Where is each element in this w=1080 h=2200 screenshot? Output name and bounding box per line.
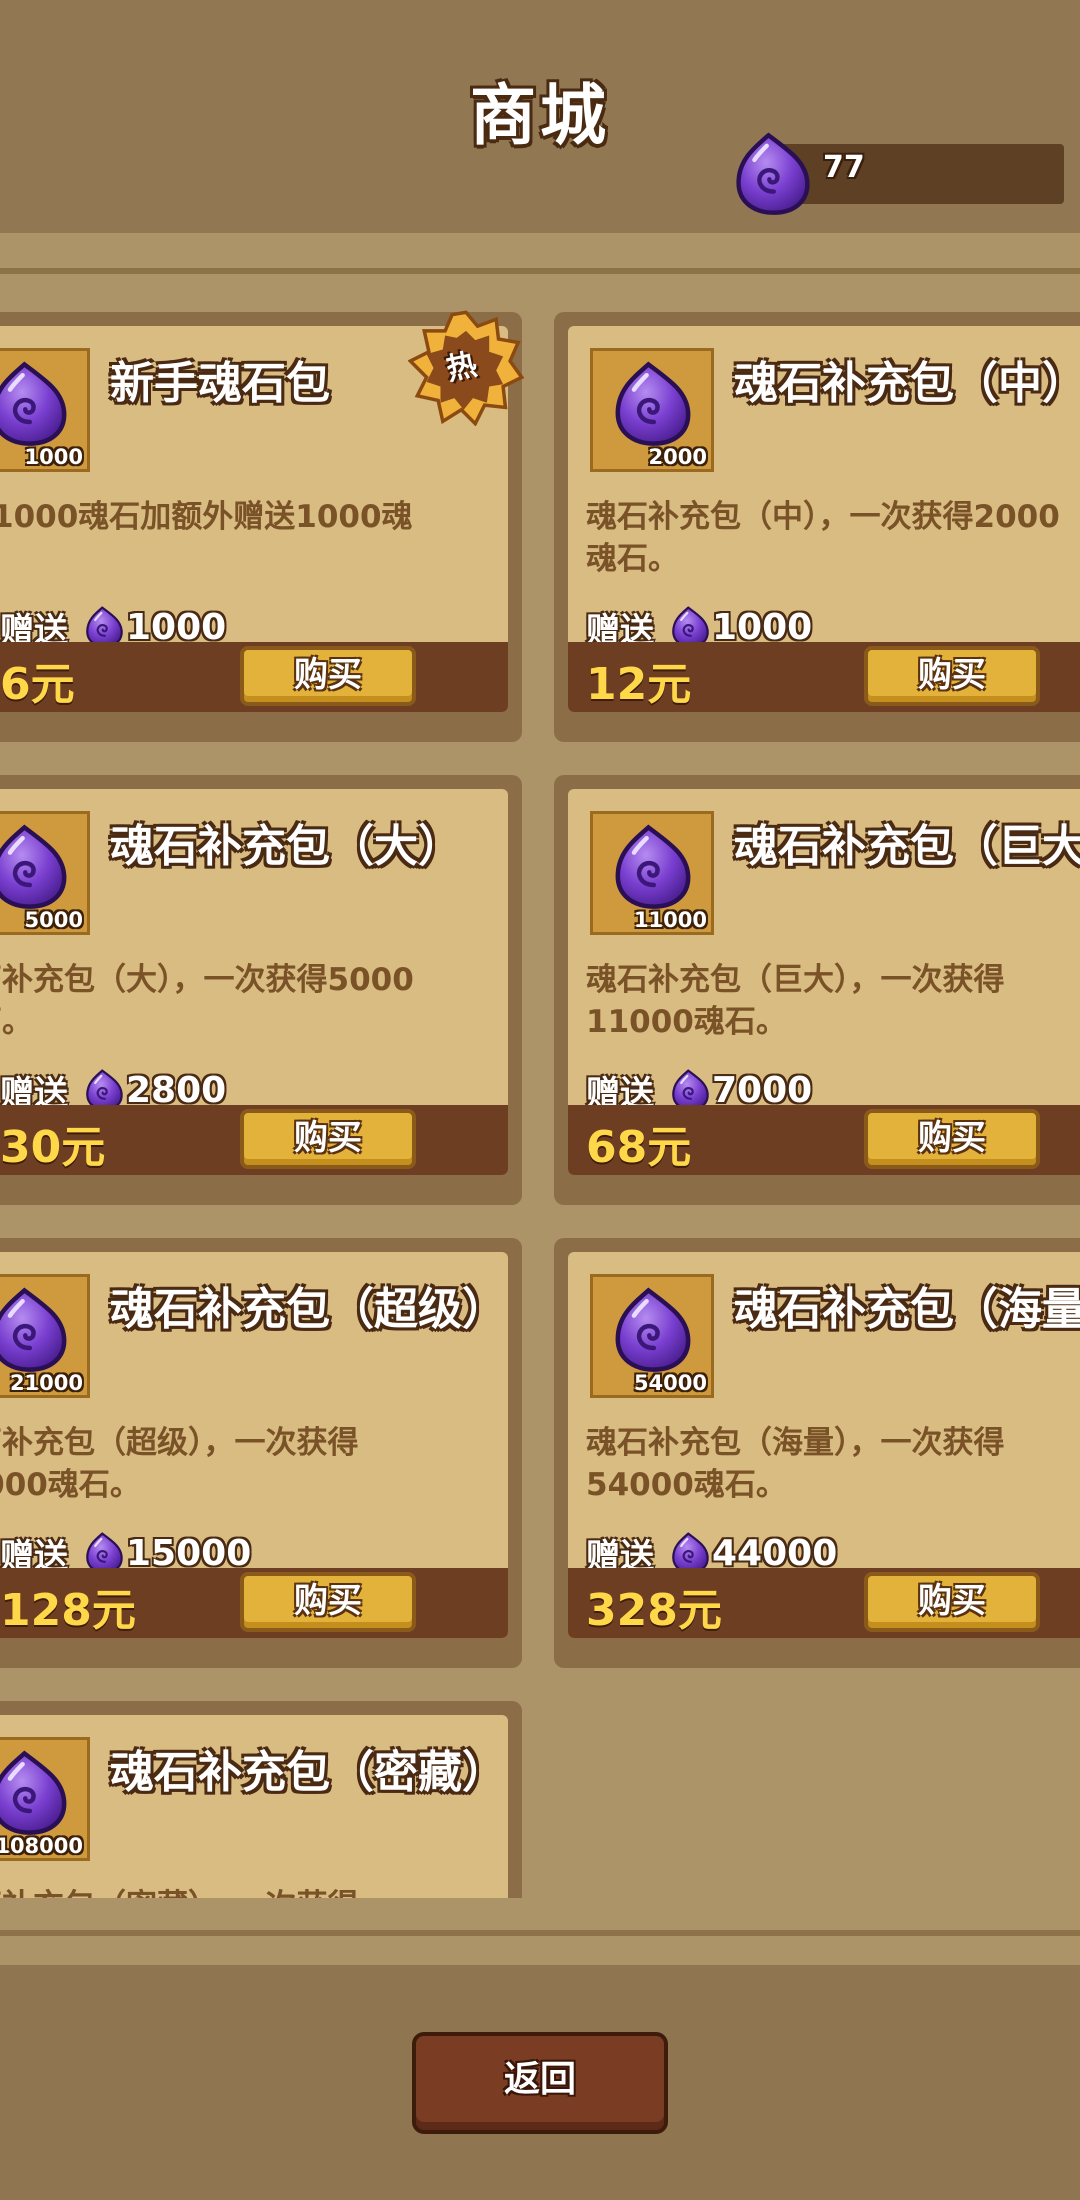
buy-button[interactable]: 购买 bbox=[240, 1572, 416, 1632]
soulstone-balance: 77 bbox=[823, 150, 865, 185]
buy-button[interactable]: 购买 bbox=[864, 646, 1040, 706]
price-bar: 128元 购买 bbox=[0, 1568, 508, 1638]
price-bar: 328元 购买 bbox=[568, 1568, 1080, 1638]
product-price: 30元 bbox=[0, 1122, 106, 1173]
product-description: 魂石补充包（中），一次获得2000魂石。 bbox=[586, 499, 1060, 577]
product-name: 魂石补充包（海量） bbox=[734, 1284, 1080, 1335]
buy-button[interactable]: 购买 bbox=[864, 1572, 1040, 1632]
product-card-body: 21000 魂石补充包（超级） 魂石补充包（超级），一次获得21000魂石。 赠… bbox=[0, 1252, 508, 1638]
product-card[interactable]: 11000 魂石补充包（巨大） 魂石补充包（巨大），一次获得11000魂石。 赠… bbox=[554, 775, 1080, 1205]
product-card[interactable]: 5000 魂石补充包（大） 魂石补充包（大），一次获得5000魂石。 赠送 28… bbox=[0, 775, 522, 1205]
product-name: 魂石补充包（巨大） bbox=[734, 821, 1080, 872]
buy-button[interactable]: 购买 bbox=[240, 646, 416, 706]
product-list[interactable]: 1000 新手魂石包 获得1000魂石加额外赠送1000魂石。 赠送 1000 … bbox=[0, 300, 1080, 1898]
soulstone-icon bbox=[0, 359, 73, 449]
product-icon-amount: 2000 bbox=[648, 445, 707, 469]
soulstone-icon bbox=[0, 1285, 73, 1375]
product-name: 魂石补充包（超级） bbox=[110, 1284, 506, 1335]
product-icon-amount: 21000 bbox=[9, 1371, 83, 1395]
product-description: 魂石补充包（巨大），一次获得11000魂石。 bbox=[586, 962, 1005, 1040]
price-bar: 30元 购买 bbox=[0, 1105, 508, 1175]
top-divider bbox=[0, 268, 1080, 274]
product-description: 魂石补充包（密藏），一次获得108000魂石。 bbox=[0, 1885, 430, 1898]
product-card-body: 11000 魂石补充包（巨大） 魂石补充包（巨大），一次获得11000魂石。 赠… bbox=[568, 789, 1080, 1175]
product-price: 6元 bbox=[0, 659, 75, 710]
product-card-body: 5000 魂石补充包（大） 魂石补充包（大），一次获得5000魂石。 赠送 28… bbox=[0, 789, 508, 1175]
product-icon-box: 5000 bbox=[0, 811, 90, 935]
product-name: 魂石补充包（大） bbox=[110, 821, 462, 872]
product-price: 128元 bbox=[0, 1585, 136, 1636]
product-icon-box: 108000 bbox=[0, 1737, 90, 1861]
product-card-body: 54000 魂石补充包（海量） 魂石补充包（海量），一次获得54000魂石。 赠… bbox=[568, 1252, 1080, 1638]
product-icon-amount: 54000 bbox=[633, 1371, 707, 1395]
soulstone-icon bbox=[607, 359, 697, 449]
product-icon-box: 2000 bbox=[590, 348, 714, 472]
price-bar: 6元 购买 bbox=[0, 642, 508, 712]
buy-button[interactable]: 购买 bbox=[864, 1109, 1040, 1169]
soulstone-icon bbox=[607, 1285, 697, 1375]
back-button[interactable]: 返回 bbox=[412, 2032, 668, 2134]
product-card[interactable]: 54000 魂石补充包（海量） 魂石补充包（海量），一次获得54000魂石。 赠… bbox=[554, 1238, 1080, 1668]
product-name: 魂石补充包（密藏） bbox=[110, 1747, 506, 1798]
soulstone-icon bbox=[607, 822, 697, 912]
product-card-body: 108000 魂石补充包（密藏） 魂石补充包（密藏），一次获得108000魂石。 bbox=[0, 1715, 508, 1898]
product-name: 魂石补充包（中） bbox=[734, 358, 1080, 409]
price-bar: 68元 购买 bbox=[568, 1105, 1080, 1175]
soulstone-icon bbox=[0, 1748, 73, 1838]
product-price: 68元 bbox=[586, 1122, 692, 1173]
product-description: 获得1000魂石加额外赠送1000魂石。 bbox=[0, 499, 413, 535]
product-card-body: 2000 魂石补充包（中） 魂石补充包（中），一次获得2000魂石。 赠送 10… bbox=[568, 326, 1080, 712]
product-description: 魂石补充包（超级），一次获得21000魂石。 bbox=[0, 1425, 359, 1503]
product-icon-box: 1000 bbox=[0, 348, 90, 472]
product-card[interactable]: 21000 魂石补充包（超级） 魂石补充包（超级），一次获得21000魂石。 赠… bbox=[0, 1238, 522, 1668]
product-icon-box: 54000 bbox=[590, 1274, 714, 1398]
product-price: 328元 bbox=[586, 1585, 722, 1636]
bottom-divider bbox=[0, 1930, 1080, 1936]
product-description: 魂石补充包（大），一次获得5000魂石。 bbox=[0, 962, 414, 1040]
product-icon-amount: 108000 bbox=[0, 1834, 83, 1858]
product-icon-amount: 5000 bbox=[24, 908, 83, 932]
product-icon-box: 21000 bbox=[0, 1274, 90, 1398]
product-price: 12元 bbox=[586, 659, 692, 710]
soulstone-icon bbox=[0, 822, 73, 912]
product-icon-amount: 11000 bbox=[633, 908, 707, 932]
product-card[interactable]: 108000 魂石补充包（密藏） 魂石补充包（密藏），一次获得108000魂石。 bbox=[0, 1701, 522, 1898]
product-icon-amount: 1000 bbox=[24, 445, 83, 469]
buy-button[interactable]: 购买 bbox=[240, 1109, 416, 1169]
product-description: 魂石补充包（海量），一次获得54000魂石。 bbox=[586, 1425, 1005, 1503]
product-card[interactable]: 2000 魂石补充包（中） 魂石补充包（中），一次获得2000魂石。 赠送 10… bbox=[554, 312, 1080, 742]
product-icon-box: 11000 bbox=[590, 811, 714, 935]
price-bar: 12元 购买 bbox=[568, 642, 1080, 712]
soulstone-icon bbox=[728, 130, 816, 218]
